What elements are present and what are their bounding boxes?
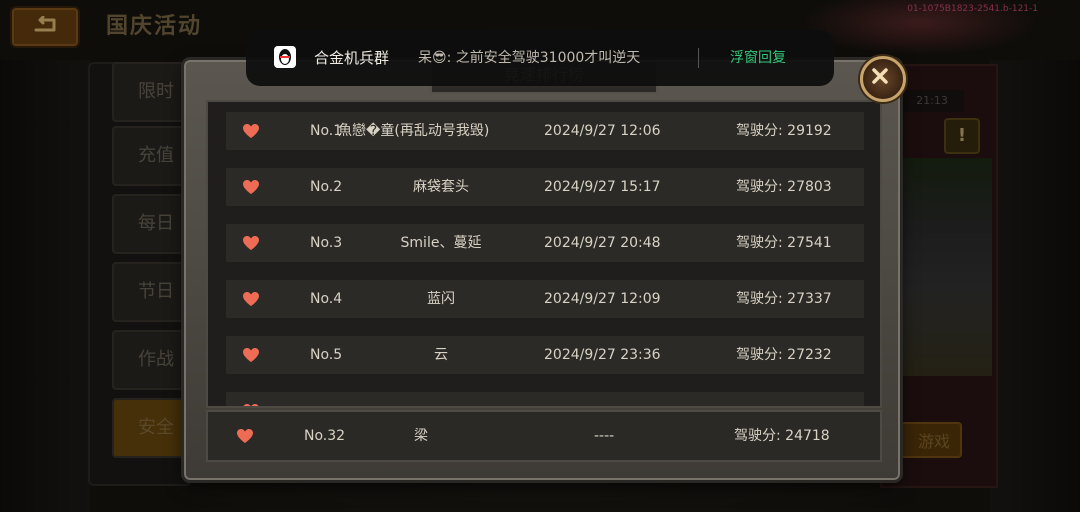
qq-penguin-icon: [274, 46, 296, 68]
player-name: 云: [434, 347, 448, 363]
driving-score: 驾驶分: 27541: [736, 235, 832, 251]
ranking-modal: 竞速排行榜 No.1 魚戀�童(再乱动号我毁) 2024/9/27 12:06 …: [184, 60, 900, 480]
player-name: Smile、蔓延: [400, 235, 482, 251]
close-icon: [872, 68, 888, 84]
self-rank-label: No.32: [304, 428, 346, 444]
ranking-row-partial: [226, 392, 864, 406]
record-time: 2024/9/27 15:17: [544, 179, 661, 195]
chat-group-name: 合金机兵群: [314, 49, 390, 67]
ranking-list[interactable]: No.1 魚戀�童(再乱动号我毁) 2024/9/27 12:06 驾驶分: 2…: [206, 100, 882, 408]
player-name: 蓝闪: [427, 291, 455, 307]
heart-icon: [243, 124, 259, 138]
rank-label: No.4: [310, 291, 343, 307]
close-button[interactable]: [860, 56, 906, 102]
rank-label: No.2: [310, 179, 343, 195]
self-player-name: 梁: [414, 428, 428, 444]
record-time: 2024/9/27 20:48: [544, 235, 661, 251]
rank-label: No.3: [310, 235, 343, 251]
self-driving-score: 驾驶分: 24718: [734, 428, 830, 444]
record-time: 2024/9/27 23:36: [544, 347, 661, 363]
driving-score: 驾驶分: 27803: [736, 179, 832, 195]
player-name: 麻袋套头: [413, 179, 469, 195]
heart-icon: [243, 236, 259, 250]
record-time: 2024/9/27 12:09: [544, 291, 661, 307]
heart-icon: [243, 404, 259, 406]
heart-icon: [237, 429, 253, 443]
self-record-time: ----: [594, 428, 615, 444]
player-name: 魚戀�童(再乱动号我毁): [338, 123, 490, 139]
chat-notification[interactable]: 合金机兵群 呆😎: 之前安全驾驶31000才叫逆天 浮窗回复: [246, 30, 834, 86]
driving-score: 驾驶分: 27337: [736, 291, 832, 307]
self-ranking-row: No.32 梁 ---- 驾驶分: 24718: [206, 410, 882, 462]
ranking-row: No.1 魚戀�童(再乱动号我毁) 2024/9/27 12:06 驾驶分: 2…: [226, 112, 864, 150]
heart-icon: [243, 348, 259, 362]
record-time: 2024/9/27 12:06: [544, 123, 661, 139]
float-reply-button[interactable]: 浮窗回复: [730, 30, 786, 86]
heart-icon: [243, 180, 259, 194]
driving-score: 驾驶分: 27232: [736, 347, 832, 363]
ranking-row: No.5 云 2024/9/27 23:36 驾驶分: 27232: [226, 336, 864, 374]
ranking-row: No.3 Smile、蔓延 2024/9/27 20:48 驾驶分: 27541: [226, 224, 864, 262]
ranking-row: No.4 蓝闪 2024/9/27 12:09 驾驶分: 27337: [226, 280, 864, 318]
rank-label: No.5: [310, 347, 343, 363]
heart-icon: [243, 292, 259, 306]
ranking-row: No.2 麻袋套头 2024/9/27 15:17 驾驶分: 27803: [226, 168, 864, 206]
driving-score: 驾驶分: 29192: [736, 123, 832, 139]
chat-message: 呆😎: 之前安全驾驶31000才叫逆天: [418, 50, 641, 66]
divider: [698, 48, 699, 68]
